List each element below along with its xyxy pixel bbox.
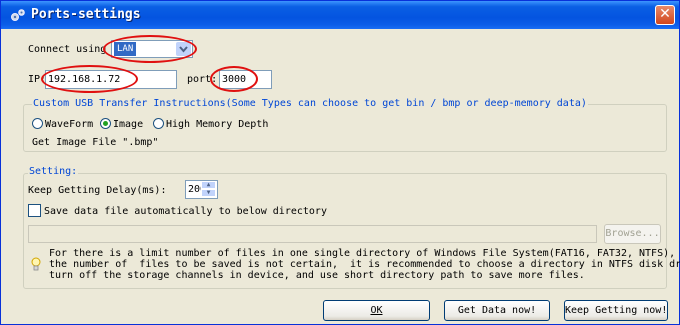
- ports-settings-dialog: Ports-settings ✕ Connect using LAN IP: 1…: [0, 0, 680, 325]
- usb-transfer-legend: Custom USB Transfer Instructions(Some Ty…: [32, 98, 588, 109]
- annotation-circle-ip: [41, 65, 138, 93]
- close-button[interactable]: ✕: [655, 5, 675, 25]
- radio-waveform-label: WaveForm: [45, 119, 94, 130]
- title-bar[interactable]: Ports-settings ✕: [1, 1, 679, 29]
- directory-field[interactable]: [28, 225, 597, 243]
- delay-stepper[interactable]: ▲ ▼: [201, 181, 216, 198]
- radio-high-memory-depth-label: High Memory Depth: [166, 119, 269, 130]
- annotation-circle-connection: [103, 35, 197, 63]
- save-automatically-checkbox[interactable]: [28, 204, 41, 217]
- keep-getting-now-button[interactable]: Keep Getting now!: [564, 300, 668, 321]
- radio-image-label: Image: [113, 119, 144, 130]
- close-icon: ✕: [659, 6, 671, 22]
- spin-up-icon[interactable]: ▲: [201, 181, 216, 189]
- info-line-2: the number of files to be saved is not c…: [49, 259, 680, 270]
- info-line-1: For there is a limit number of files in …: [49, 248, 676, 259]
- transfer-status-text: Get Image File ".bmp": [32, 137, 159, 148]
- get-data-now-button[interactable]: Get Data now!: [444, 300, 550, 321]
- ok-button[interactable]: OK: [323, 300, 430, 321]
- ports-settings-icon: [11, 9, 25, 21]
- ok-button-label: OK: [370, 305, 383, 316]
- browse-button[interactable]: Browse...: [604, 224, 661, 244]
- lightbulb-icon: [31, 257, 41, 271]
- radio-waveform[interactable]: [32, 118, 43, 129]
- save-automatically-label: Save data file automatically to below di…: [44, 206, 327, 217]
- connect-using-label: Connect using: [28, 44, 107, 55]
- annotation-circle-port: [210, 66, 258, 92]
- radio-high-memory-depth[interactable]: [153, 118, 164, 129]
- setting-legend: Setting:: [28, 166, 79, 177]
- info-line-3: turn off the storage channels in device,…: [49, 270, 585, 281]
- window-title: Ports-settings: [31, 7, 141, 22]
- delay-label: Keep Getting Delay(ms):: [28, 185, 167, 196]
- radio-image[interactable]: [100, 118, 111, 129]
- spin-down-icon[interactable]: ▼: [201, 189, 216, 197]
